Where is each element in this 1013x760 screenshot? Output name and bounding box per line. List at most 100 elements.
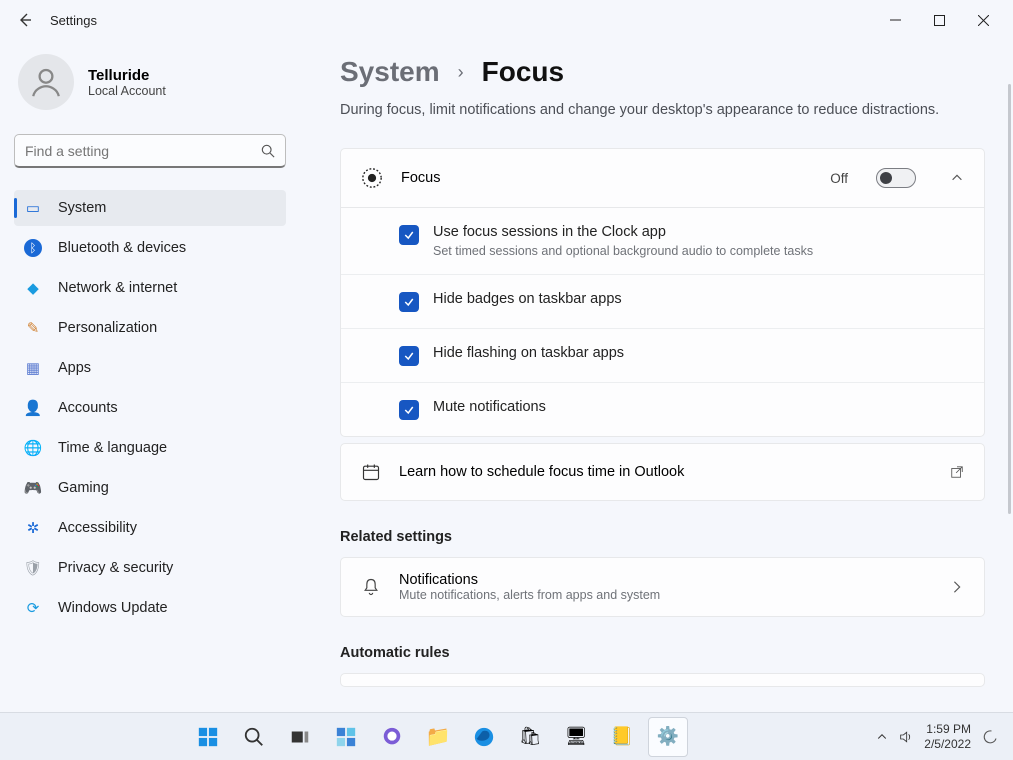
breadcrumb: System › Focus — [340, 56, 985, 88]
checkbox-checked[interactable] — [399, 225, 419, 245]
checkbox-checked[interactable] — [399, 292, 419, 312]
chevron-right-icon — [950, 580, 964, 594]
search-input[interactable] — [25, 143, 261, 159]
nav-label: Accessibility — [58, 520, 137, 536]
breadcrumb-parent[interactable]: System — [340, 56, 440, 88]
focus-options-list: Use focus sessions in the Clock app Set … — [341, 207, 984, 436]
nav-list: ▭System ᛒ Bluetooth & devices ◆Network & … — [14, 190, 286, 626]
page-subtitle: During focus, limit notifications and ch… — [340, 102, 985, 118]
time-text: 1:59 PM — [924, 722, 971, 737]
sidebar-item-accounts[interactable]: 👤Accounts — [14, 390, 286, 426]
brush-icon: ✎ — [24, 319, 42, 337]
search-icon — [261, 144, 275, 158]
search-box[interactable] — [14, 134, 286, 168]
app-icon: 🖥 — [565, 726, 588, 747]
focus-state-label: Off — [830, 171, 848, 186]
apps-icon: ▦ — [24, 359, 42, 377]
app1-button[interactable]: 🖥 — [556, 717, 596, 757]
nav-label: Gaming — [58, 480, 109, 496]
nav-label: Personalization — [58, 320, 157, 336]
focus-option-badges[interactable]: Hide badges on taskbar apps — [341, 275, 984, 329]
sidebar-item-network[interactable]: ◆Network & internet — [14, 270, 286, 306]
close-button[interactable] — [961, 5, 1005, 35]
edge-button[interactable] — [464, 717, 504, 757]
focus-icon — [361, 167, 383, 189]
focus-toggle[interactable] — [876, 168, 916, 188]
explorer-button[interactable]: 📁 — [418, 717, 458, 757]
minimize-button[interactable] — [873, 5, 917, 35]
sidebar-item-time[interactable]: 🌐 Time & language — [14, 430, 286, 466]
date-text: 2/5/2022 — [924, 737, 971, 752]
bluetooth-icon: ᛒ — [24, 239, 42, 257]
volume-icon[interactable] — [898, 729, 914, 745]
chat-button[interactable] — [372, 717, 412, 757]
sidebar-item-system[interactable]: ▭System — [14, 190, 286, 226]
minimize-icon — [890, 15, 901, 26]
shield-icon: 🛡 — [24, 559, 42, 577]
taskbar: 📁 🛍 🖥 📒 ⚙️ 1:59 PM 2/5/2022 — [0, 712, 1013, 760]
app2-button[interactable]: 📒 — [602, 717, 642, 757]
store-icon: 🛍 — [519, 726, 542, 747]
account-block[interactable]: Telluride Local Account — [14, 40, 286, 134]
sidebar-item-personalization[interactable]: ✎ Personalization — [14, 310, 286, 346]
maximize-button[interactable] — [917, 5, 961, 35]
accessibility-icon: ✲ — [24, 519, 42, 537]
sidebar-item-bluetooth[interactable]: ᛒ Bluetooth & devices — [14, 230, 286, 266]
back-arrow-icon — [17, 12, 33, 28]
open-external-icon — [950, 465, 964, 479]
sidebar-item-apps[interactable]: ▦Apps — [14, 350, 286, 386]
option-label: Hide flashing on taskbar apps — [433, 345, 624, 361]
outlook-link-label: Learn how to schedule focus time in Outl… — [399, 464, 932, 480]
option-label: Use focus sessions in the Clock app — [433, 224, 813, 240]
globe-icon: 🌐 — [24, 439, 42, 457]
tray-chevron-icon[interactable] — [876, 731, 888, 743]
breadcrumb-current: Focus — [482, 56, 564, 88]
chat-icon — [381, 726, 403, 748]
nav-label: Privacy & security — [58, 560, 173, 576]
checkbox-checked[interactable] — [399, 346, 419, 366]
taskview-button[interactable] — [280, 717, 320, 757]
chevron-up-icon[interactable] — [950, 171, 964, 185]
automatic-card-partial[interactable] — [340, 673, 985, 687]
main-content: System › Focus During focus, limit notif… — [300, 40, 1013, 712]
sidebar-item-update[interactable]: ⟳Windows Update — [14, 590, 286, 626]
nav-label: Accounts — [58, 400, 118, 416]
checkbox-checked[interactable] — [399, 400, 419, 420]
maximize-icon — [934, 15, 945, 26]
start-button[interactable] — [188, 717, 228, 757]
notepad-icon: 📒 — [611, 726, 633, 747]
nav-label: Time & language — [58, 440, 167, 456]
focus-option-clock[interactable]: Use focus sessions in the Clock app Set … — [341, 208, 984, 275]
search-icon — [243, 726, 265, 748]
focus-option-mute[interactable]: Mute notifications — [341, 383, 984, 436]
sidebar-item-gaming[interactable]: 🎮Gaming — [14, 470, 286, 506]
clock[interactable]: 1:59 PM 2/5/2022 — [924, 722, 971, 752]
widgets-button[interactable] — [326, 717, 366, 757]
sidebar-item-accessibility[interactable]: ✲ Accessibility — [14, 510, 286, 546]
focus-option-flashing[interactable]: Hide flashing on taskbar apps — [341, 329, 984, 383]
nav-label: Bluetooth & devices — [58, 240, 186, 256]
nav-label: Network & internet — [58, 280, 177, 296]
account-name: Telluride — [88, 67, 166, 84]
search-button[interactable] — [234, 717, 274, 757]
notifications-title: Notifications — [399, 572, 932, 588]
focus-tray-icon[interactable] — [981, 728, 999, 746]
store-button[interactable]: 🛍 — [510, 717, 550, 757]
back-button[interactable] — [8, 3, 42, 37]
option-label: Hide badges on taskbar apps — [433, 291, 622, 307]
notifications-card[interactable]: Notifications Mute notifications, alerts… — [340, 557, 985, 617]
chevron-right-icon: › — [458, 62, 464, 83]
gear-icon: ⚙️ — [657, 726, 679, 747]
scrollbar[interactable] — [1008, 84, 1011, 514]
widgets-icon — [335, 726, 357, 748]
focus-header[interactable]: Focus Off — [341, 149, 984, 207]
related-heading: Related settings — [340, 529, 985, 545]
nav-label: Windows Update — [58, 600, 168, 616]
settings-taskbar-button[interactable]: ⚙️ — [648, 717, 688, 757]
bell-icon — [361, 577, 381, 597]
folder-icon: 📁 — [426, 724, 451, 749]
option-desc: Set timed sessions and optional backgrou… — [433, 244, 813, 258]
outlook-link-card[interactable]: Learn how to schedule focus time in Outl… — [340, 443, 985, 501]
option-label: Mute notifications — [433, 399, 546, 415]
sidebar-item-privacy[interactable]: 🛡 Privacy & security — [14, 550, 286, 586]
